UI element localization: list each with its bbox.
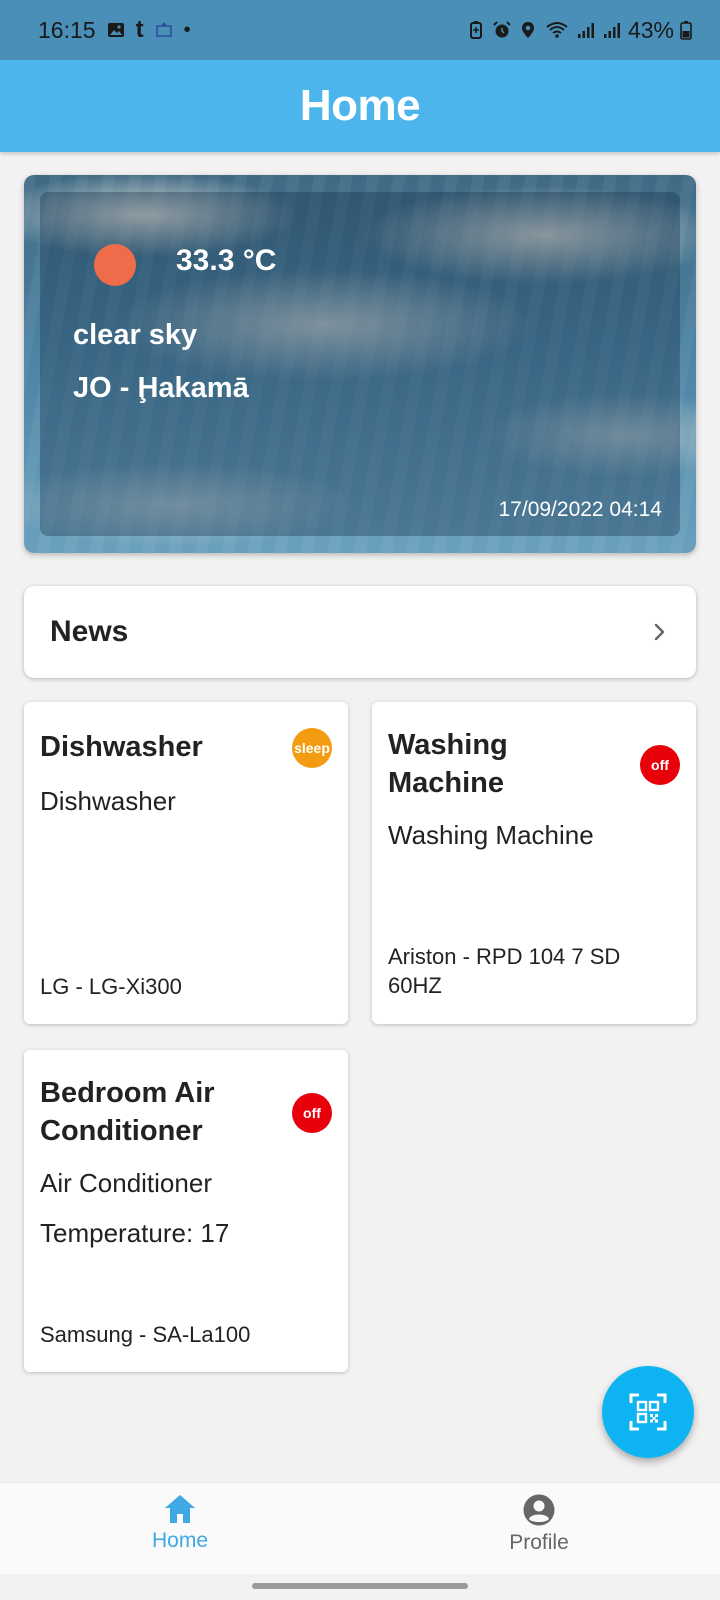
nav-item-home[interactable]: Home [110, 1493, 250, 1553]
tumblr-icon: t [135, 16, 144, 43]
weather-description: clear sky [73, 319, 198, 351]
device-type: Washing Machine [388, 820, 594, 850]
home-icon [165, 1495, 195, 1523]
chevron-right-icon [654, 623, 665, 641]
device-model: Ariston - RPD 104 7 SD 60HZ [388, 944, 621, 998]
weather-temperature: 33.3 °C [176, 244, 277, 277]
weather-datetime: 17/09/2022 04:14 [498, 498, 663, 521]
battery-percent: 43% [627, 16, 674, 43]
profile-icon [523, 1494, 555, 1526]
scan-qr-button[interactable] [602, 1366, 694, 1458]
device-model: LG - LG-Xi300 [40, 974, 182, 999]
news-card[interactable]: News [24, 586, 696, 678]
news-title: News [50, 615, 129, 648]
weather-card[interactable]: 33.3 °C clear sky JO - Ḩakamā 17/09/2022… [24, 175, 696, 553]
image-icon [107, 23, 124, 37]
device-type: Air Conditioner [40, 1168, 212, 1198]
page-title: Home [299, 81, 421, 130]
app-bar: Home [0, 60, 720, 152]
dot-icon: • [183, 18, 191, 41]
location-icon [521, 22, 534, 38]
device-name: Bedroom Air Conditioner [40, 1077, 215, 1147]
status-time: 16:15 [38, 16, 96, 43]
device-card-bedroom-air-conditioner[interactable]: Bedroom Air Conditioner off Air Conditio… [24, 1050, 348, 1372]
weather-overlay: 33.3 °C clear sky JO - Ḩakamā 17/09/2022… [40, 192, 680, 536]
nav-label-home: Home [151, 1529, 209, 1552]
battery-icon [680, 21, 692, 40]
device-temperature: Temperature: 17 [40, 1218, 230, 1248]
device-card-washing-machine[interactable]: Washing Machine off Washing Machine Aris… [372, 702, 696, 1024]
bottom-nav: Home Profile [0, 1482, 720, 1574]
weather-location: JO - Ḩakamā [73, 372, 249, 404]
qr-code-icon [629, 1393, 667, 1431]
device-type: Dishwasher [40, 786, 176, 816]
app-notification-icon [155, 22, 172, 37]
nav-label-profile: Profile [509, 1531, 569, 1554]
device-name: Dishwasher [40, 731, 203, 763]
device-model: Samsung - SA-La100 [40, 1322, 251, 1347]
status-badge: off [292, 1093, 332, 1133]
alarm-icon [493, 21, 511, 38]
sun-icon [94, 244, 136, 286]
wifi-icon [546, 22, 568, 38]
status-badge: sleep [292, 728, 332, 768]
signal-icon [577, 23, 594, 38]
device-card-dishwasher[interactable]: Dishwasher sleep Dishwasher LG - LG-Xi30… [24, 702, 348, 1024]
status-bar: 16:15 t • 43% [0, 0, 720, 60]
battery-saver-icon [469, 21, 482, 39]
gesture-bar[interactable] [252, 1583, 468, 1589]
signal-icon [603, 23, 620, 38]
status-badge: off [640, 745, 680, 785]
nav-item-profile[interactable]: Profile [469, 1493, 609, 1555]
device-name: Washing Machine [388, 729, 508, 799]
